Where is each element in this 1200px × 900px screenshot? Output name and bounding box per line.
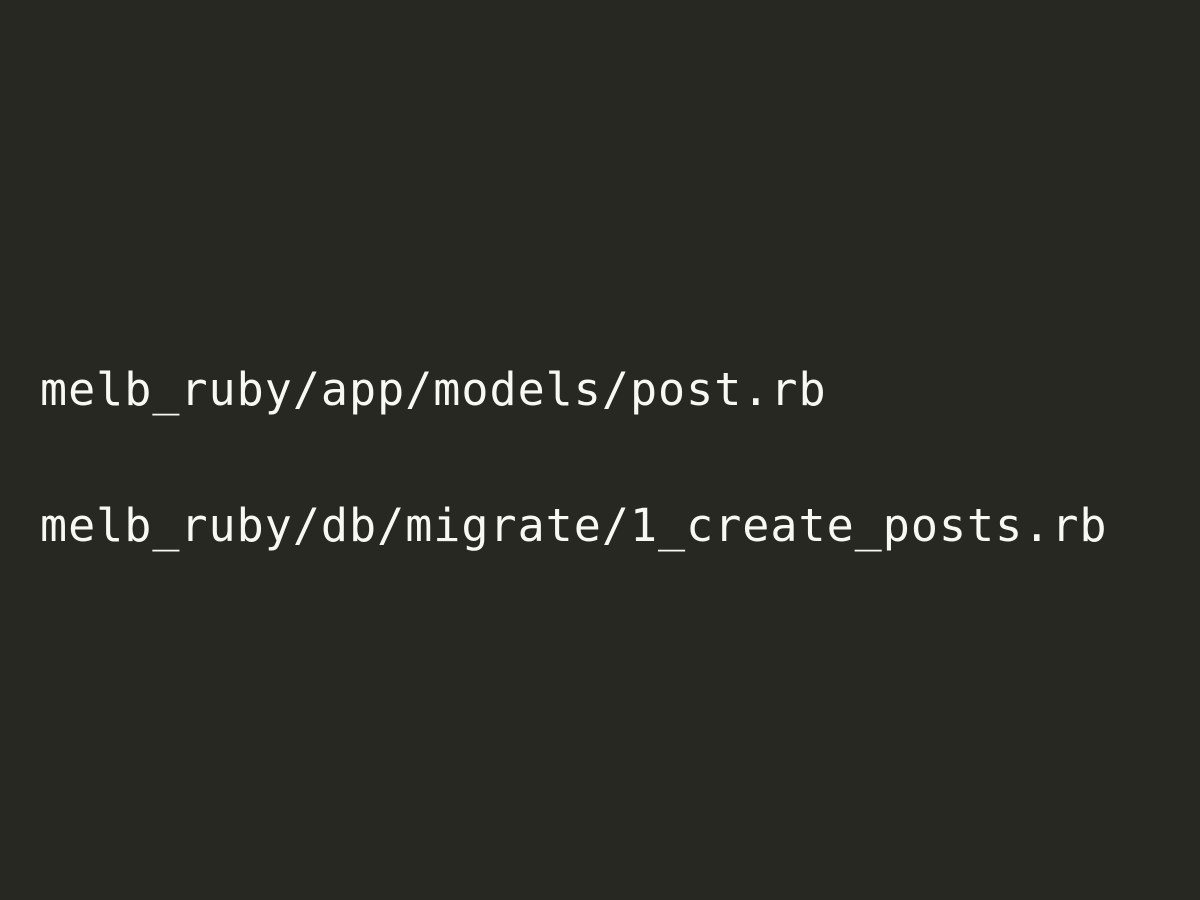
slide: melb_ruby/app/models/post.rb melb_ruby/d…: [0, 0, 1200, 900]
file-path-list: melb_ruby/app/models/post.rb melb_ruby/d…: [40, 360, 1108, 556]
model-file-path: melb_ruby/app/models/post.rb: [40, 363, 827, 416]
migration-file-path: melb_ruby/db/migrate/1_create_posts.rb: [40, 499, 1108, 552]
